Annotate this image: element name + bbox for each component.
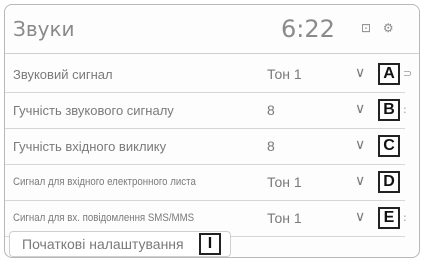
status-icons: ⊡ ⚙: [361, 21, 398, 35]
callout-tag: D: [378, 171, 400, 193]
callout-tag: I: [199, 233, 221, 255]
side-glyph: ⊃: [403, 67, 413, 80]
setting-row-sound-signal[interactable]: Звуковий сигнал Тон 1 ∨ A ⊃: [5, 57, 412, 93]
callout-tag: A: [378, 63, 400, 85]
chevron-down-icon[interactable]: ∨: [355, 209, 365, 225]
setting-label: Гучність вхідного виклику: [13, 139, 167, 154]
side-glyph: :: [403, 211, 407, 224]
setting-value: 8: [267, 102, 275, 118]
setting-row-email-signal[interactable]: Сигнал для вхідного електронного листа Т…: [5, 165, 405, 201]
setting-label: Гучність звукового сигналу: [13, 103, 174, 118]
chevron-down-icon[interactable]: ∨: [355, 173, 365, 189]
setting-row-signal-volume[interactable]: Гучність звукового сигналу 8 ∨ B :: [5, 93, 407, 129]
sounds-screen: Звуки 6:22 ⊡ ⚙ Звуковий сигнал Тон 1 ∨ A…: [0, 0, 424, 264]
callout-tag: B: [378, 99, 400, 121]
setting-row-call-volume[interactable]: Гучність вхідного виклику 8 ∨ C: [5, 129, 405, 165]
reset-row: Початкові налаштування I: [5, 231, 419, 257]
callout-tag: C: [378, 135, 400, 157]
chevron-down-icon[interactable]: ∨: [355, 65, 365, 81]
setting-value: Тон 1: [267, 210, 302, 226]
reset-defaults-button[interactable]: Початкові налаштування I: [9, 231, 231, 257]
settings-panel: Звуки 6:22 ⊡ ⚙ Звуковий сигнал Тон 1 ∨ A…: [4, 4, 420, 258]
setting-value: 8: [267, 138, 275, 154]
setting-label: Звуковий сигнал: [13, 67, 113, 82]
callout-tag: E: [378, 207, 400, 229]
setting-label: Сигнал для вх. повідомлення SMS/MMS: [13, 212, 195, 224]
title-bar: Звуки 6:22 ⊡ ⚙: [5, 5, 419, 54]
clock: 6:22: [281, 15, 335, 43]
setting-label: Сигнал для вхідного електронного листа: [13, 176, 196, 188]
chevron-down-icon[interactable]: ∨: [355, 137, 365, 153]
chevron-down-icon[interactable]: ∨: [355, 101, 365, 117]
reset-label: Початкові налаштування: [22, 236, 184, 252]
setting-value: Тон 1: [267, 174, 302, 190]
side-glyph: :: [403, 103, 407, 116]
setting-value: Тон 1: [267, 66, 302, 82]
page-title: Звуки: [13, 17, 75, 41]
